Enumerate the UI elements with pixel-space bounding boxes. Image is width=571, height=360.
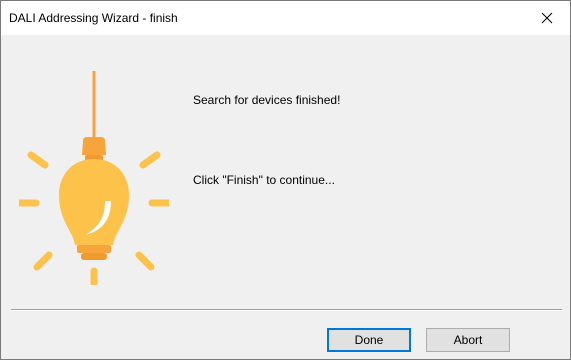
abort-button[interactable]: Abort (426, 328, 510, 352)
continue-instruction-message: Click "Finish" to continue... (193, 173, 335, 187)
separator-line (11, 309, 562, 311)
dialog-window: DALI Addressing Wizard - finish Search f… (0, 0, 571, 360)
window-title: DALI Addressing Wizard - finish (9, 11, 178, 25)
title-bar[interactable]: DALI Addressing Wizard - finish (1, 1, 570, 35)
dialog-body: Search for devices finished! Click "Fini… (1, 35, 570, 359)
light-bulb-icon (19, 71, 169, 285)
close-icon (541, 12, 553, 24)
done-button[interactable]: Done (327, 328, 411, 352)
close-button[interactable] (524, 1, 570, 35)
search-finished-message: Search for devices finished! (193, 93, 341, 107)
